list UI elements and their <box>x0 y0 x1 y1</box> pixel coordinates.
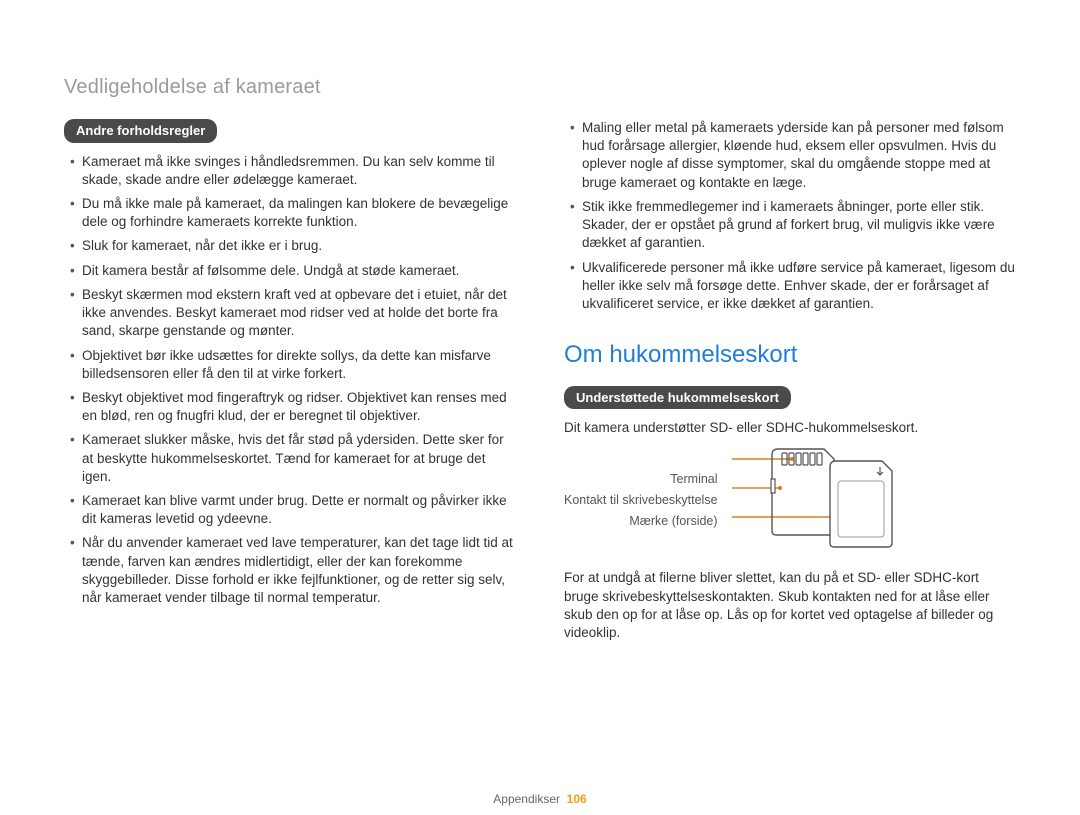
label-terminal: Terminal <box>670 472 717 487</box>
page-footer: Appendikser 106 <box>0 791 1080 807</box>
page-title: Vedligeholdelse af kameraet <box>64 74 1016 101</box>
right-top-bullet-list: Maling eller metal på kameraets yderside… <box>564 119 1016 313</box>
footer-page-number: 106 <box>567 792 587 806</box>
pill-supported-cards: Understøttede hukommelseskort <box>564 386 791 410</box>
write-protect-description: For at undgå at filerne bliver slettet, … <box>564 569 1016 642</box>
column-left: Andre forholdsregler Kameraet må ikke sv… <box>64 119 516 642</box>
list-item: Kameraet kan blive varmt under brug. Det… <box>70 492 516 528</box>
supported-cards-description: Dit kamera understøtter SD- eller SDHC-h… <box>564 419 1016 437</box>
list-item: Dit kamera består af følsomme dele. Undg… <box>70 262 516 280</box>
list-item: Sluk for kameraet, når det ikke er i bru… <box>70 237 516 255</box>
list-item: Objektivet bør ikke udsættes for direkte… <box>70 347 516 383</box>
section-heading-memory-cards: Om hukommelseskort <box>564 339 1016 371</box>
list-item: Kameraet slukker måske, hvis det får stø… <box>70 431 516 486</box>
sd-card-diagram-row: Terminal Kontakt til skrivebeskyttelse M… <box>564 445 1016 555</box>
list-item: Stik ikke fremmedlegemer ind i kameraets… <box>570 198 1016 253</box>
columns: Andre forholdsregler Kameraet må ikke sv… <box>64 119 1016 642</box>
list-item: Du må ikke male på kameraet, da malingen… <box>70 195 516 231</box>
list-item: Kameraet må ikke svinges i håndledsremme… <box>70 153 516 189</box>
list-item: Maling eller metal på kameraets yderside… <box>570 119 1016 192</box>
label-write-protect: Kontakt til skrivebeskyttelse <box>564 493 718 508</box>
label-front: Mærke (forside) <box>629 514 717 529</box>
column-right: Maling eller metal på kameraets yderside… <box>564 119 1016 642</box>
diagram-labels: Terminal Kontakt til skrivebeskyttelse M… <box>564 472 718 529</box>
pill-other-precautions: Andre forholdsregler <box>64 119 217 143</box>
page: Vedligeholdelse af kameraet Andre forhol… <box>0 0 1080 815</box>
list-item: Ukvalificerede personer må ikke udføre s… <box>570 259 1016 314</box>
list-item: Beskyt objektivet mod fingeraftryk og ri… <box>70 389 516 425</box>
left-bullet-list: Kameraet må ikke svinges i håndledsremme… <box>64 153 516 608</box>
sd-card-icon <box>732 445 922 555</box>
footer-section-label: Appendikser <box>493 792 560 806</box>
list-item: Når du anvender kameraet ved lave temper… <box>70 534 516 607</box>
list-item: Beskyt skærmen mod ekstern kraft ved at … <box>70 286 516 341</box>
